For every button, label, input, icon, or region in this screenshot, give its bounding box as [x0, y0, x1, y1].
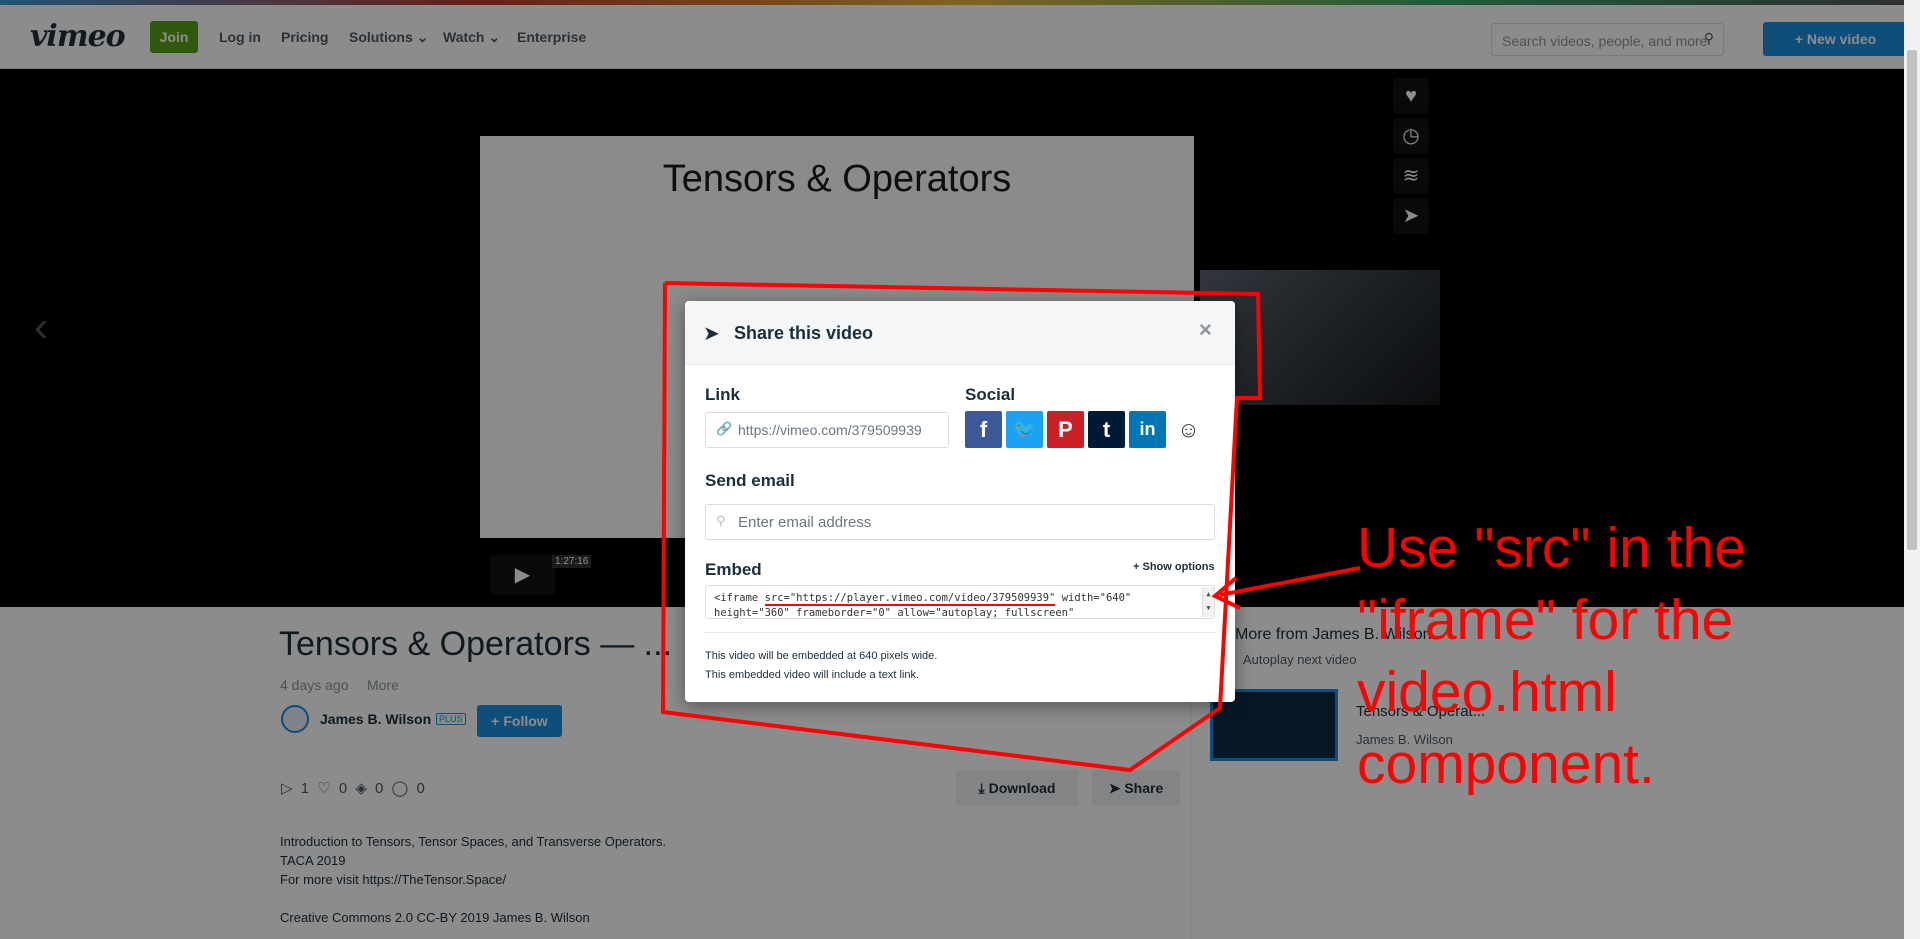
annotation-line: Use "src" in the [1357, 516, 1746, 580]
annotation-outline [660, 281, 1263, 773]
annotation-line: "iframe" for the [1357, 588, 1734, 652]
scrollbar-thumb[interactable] [1907, 50, 1917, 550]
annotation-line: component. [1357, 732, 1655, 796]
page-scrollbar[interactable] [1904, 0, 1920, 939]
annotation-text: Use "src" in the "iframe" for the video.… [1357, 512, 1746, 800]
annotation-line: video.html [1357, 660, 1617, 724]
annotation-arrow-line [1219, 566, 1361, 597]
